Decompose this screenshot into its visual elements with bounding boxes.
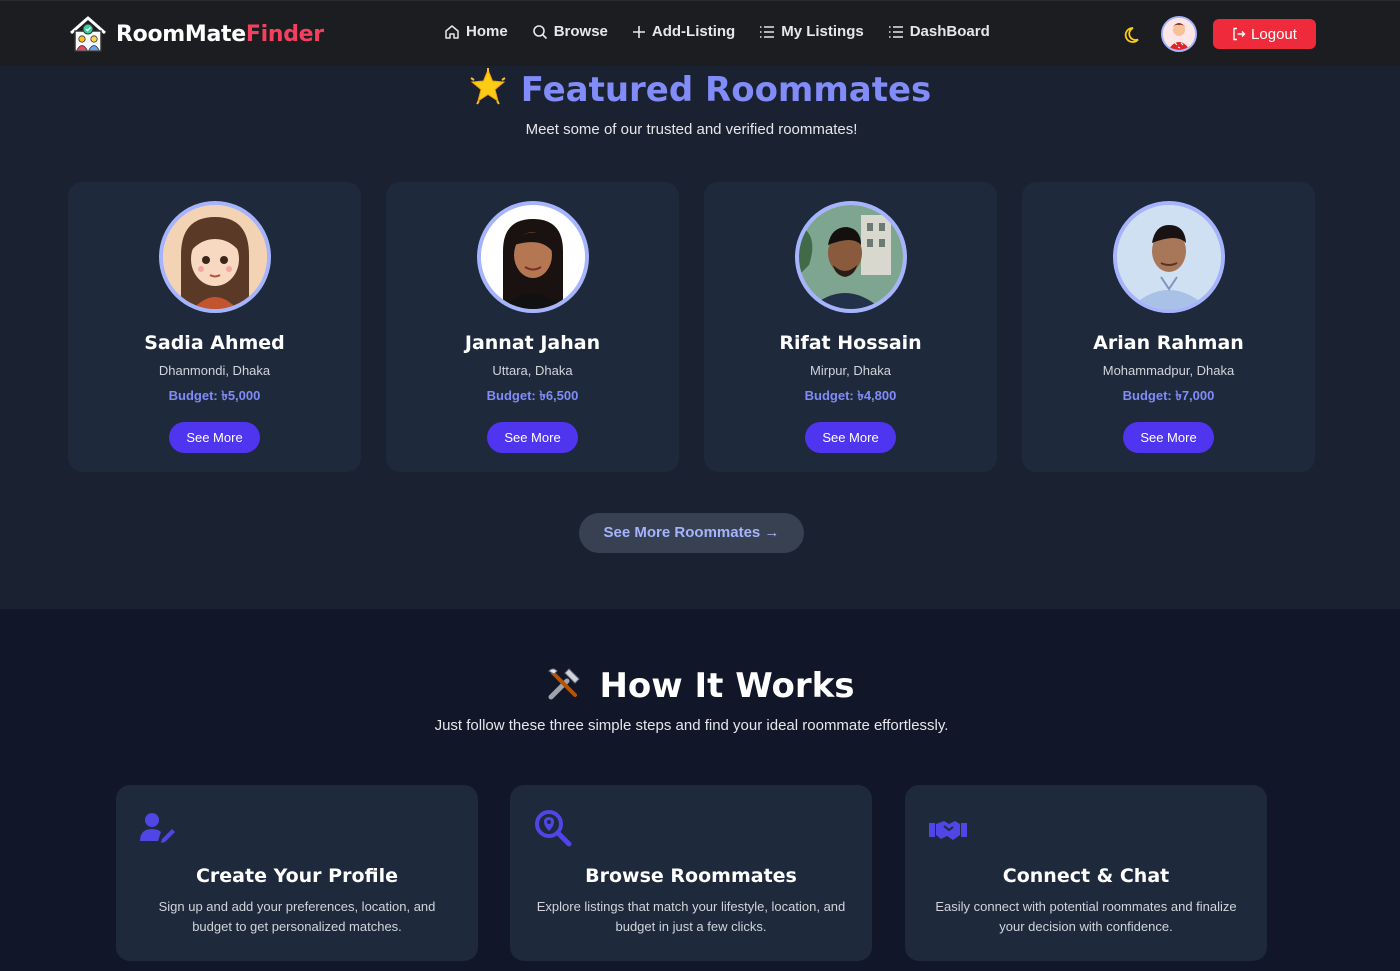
see-more-button[interactable]: See More xyxy=(1123,422,1214,453)
step-title: Create Your Profile xyxy=(195,865,398,887)
brand-name-part2: Finder xyxy=(245,21,324,47)
plus-icon xyxy=(632,25,645,38)
list-icon xyxy=(760,25,775,38)
user-edit-icon xyxy=(140,813,175,843)
logout-label: Logout xyxy=(1251,25,1297,43)
roommate-name: Arian Rahman xyxy=(1093,332,1244,354)
roommate-budget: Budget: ৳4,800 xyxy=(804,388,897,403)
home-icon xyxy=(445,24,459,39)
see-more-button[interactable]: See More xyxy=(487,422,578,453)
roommate-budget: Budget: ৳6,500 xyxy=(486,388,579,403)
nav-dashboard-label: DashBoard xyxy=(909,23,990,40)
user-avatar[interactable] xyxy=(1161,16,1197,52)
roommate-name: Jannat Jahan xyxy=(464,332,601,354)
how-it-works-subtitle: Just follow these three simple steps and… xyxy=(434,717,949,734)
step-card: Connect & Chat Easily connect with poten… xyxy=(905,785,1267,961)
roommate-avatar xyxy=(795,201,907,313)
featured-subtitle: Meet some of our trusted and verified ro… xyxy=(525,121,858,138)
nav-home-label: Home xyxy=(466,23,508,40)
nav-browse-label: Browse xyxy=(553,23,608,40)
man-photo-avatar-icon xyxy=(799,205,903,309)
roommate-avatar xyxy=(477,201,589,313)
how-it-works-section: How It Works Just follow these three sim… xyxy=(0,609,1400,971)
roommate-card: Rifat Hossain Mirpur, Dhaka Budget: ৳4,8… xyxy=(704,182,997,472)
see-more-button[interactable]: See More xyxy=(169,422,260,453)
roommate-card: Sadia Ahmed Dhanmondi, Dhaka Budget: ৳5,… xyxy=(68,182,361,472)
roommate-name: Rifat Hossain xyxy=(779,332,922,354)
list-icon xyxy=(888,25,903,38)
roommate-location: Mirpur, Dhaka xyxy=(810,363,891,378)
how-it-works-title-text: How It Works xyxy=(599,666,855,706)
nav-add-listing-label: Add-Listing xyxy=(651,23,736,40)
roommate-location: Mohammadpur, Dhaka xyxy=(1102,363,1235,378)
step-card: Create Your Profile Sign up and add your… xyxy=(116,785,478,961)
how-it-works-title: How It Works xyxy=(0,666,1400,706)
step-title: Connect & Chat xyxy=(1002,865,1170,887)
moon-icon[interactable] xyxy=(1124,23,1146,45)
cartoon-girl-avatar-icon xyxy=(163,205,267,309)
roommate-card: Jannat Jahan Uttara, Dhaka Budget: ৳6,50… xyxy=(386,182,679,472)
house-people-icon xyxy=(70,16,106,52)
navbar: RoomMateFinder Home Browse Add-Listing M… xyxy=(0,0,1400,66)
step-description: Easily connect with potential roommates … xyxy=(935,899,1237,934)
roommate-name: Sadia Ahmed xyxy=(144,332,285,354)
roommate-location: Uttara, Dhaka xyxy=(492,363,573,378)
roommate-budget: Budget: ৳5,000 xyxy=(168,388,261,403)
roommate-location: Dhanmondi, Dhaka xyxy=(158,363,271,378)
woman-photo-avatar-icon xyxy=(481,205,585,309)
nav-add-listing[interactable]: Add-Listing xyxy=(632,23,735,40)
nav-links: Home Browse Add-Listing My Listings Dash… xyxy=(444,23,1014,40)
nav-browse[interactable]: Browse xyxy=(532,23,608,40)
man-photo-avatar-icon xyxy=(1117,205,1221,309)
nav-my-listings-label: My Listings xyxy=(781,23,864,40)
tools-icon xyxy=(548,667,581,699)
step-title: Browse Roommates xyxy=(585,865,797,887)
roommate-avatar xyxy=(1113,201,1225,313)
roommate-avatar xyxy=(159,201,271,313)
handshake-icon xyxy=(929,821,967,840)
search-location-icon xyxy=(535,810,572,847)
step-card: Browse Roommates Explore listings that m… xyxy=(510,785,872,961)
brand-name-part1: RoomMate xyxy=(116,21,246,47)
nav-home[interactable]: Home xyxy=(444,23,508,40)
logout-button[interactable]: Logout xyxy=(1213,19,1316,49)
nav-dashboard[interactable]: DashBoard xyxy=(888,23,990,40)
roommate-budget: Budget: ৳7,000 xyxy=(1122,388,1215,403)
star-icon xyxy=(470,67,506,105)
see-more-roommates-button[interactable]: See More Roommates → xyxy=(579,513,804,553)
step-description: Explore listings that match your lifesty… xyxy=(536,899,846,934)
avatar-illustration-icon xyxy=(1163,18,1195,50)
roommate-card: Arian Rahman Mohammadpur, Dhaka Budget: … xyxy=(1022,182,1315,472)
step-description: Sign up and add your preferences, locati… xyxy=(158,899,436,934)
see-more-button[interactable]: See More xyxy=(805,422,896,453)
nav-my-listings[interactable]: My Listings xyxy=(759,23,864,40)
brand-logo[interactable]: RoomMateFinder xyxy=(68,14,324,54)
logout-icon xyxy=(1233,27,1246,41)
featured-title: Featured Roommates xyxy=(0,67,1400,110)
brand-name: RoomMateFinder xyxy=(116,22,324,47)
featured-title-text: Featured Roommates xyxy=(520,70,932,110)
search-icon xyxy=(532,24,547,39)
